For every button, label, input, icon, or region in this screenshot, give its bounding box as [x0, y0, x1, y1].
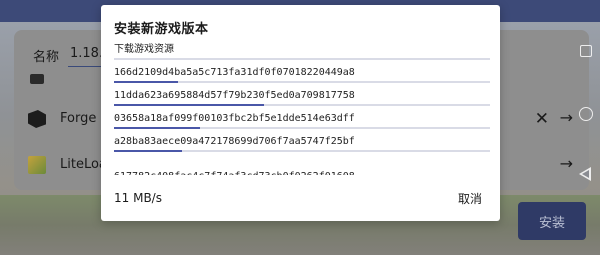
name-label: 名称	[33, 50, 60, 65]
task-list[interactable]: 下载游戏资源 166d2109d4ba5a5c713fa31df0f070182…	[114, 43, 490, 175]
task-label: 03658a18af099f00103fbc2bf5e1dde514e63dff	[114, 113, 355, 124]
list-item-partial[interactable]	[24, 74, 104, 88]
download-speed: 11 MB/s	[114, 191, 162, 205]
task-progress-track	[114, 81, 490, 83]
forge-label: Forge	[60, 111, 97, 126]
task-progress-fill	[114, 127, 201, 129]
forge-anvil-icon	[28, 110, 46, 128]
task-progress-track	[114, 104, 490, 106]
task-progress-fill	[114, 150, 182, 152]
task-label: a28ba83aece09a472178699d706f7aa5747f25bf	[114, 136, 355, 147]
home-circle-icon[interactable]	[579, 107, 593, 121]
task-item: 166d2109d4ba5a5c713fa31df0f07018220449a8	[114, 66, 490, 90]
partial-item-icon	[30, 74, 44, 84]
task-progress-fill	[114, 81, 178, 83]
back-triangle-icon[interactable]	[579, 167, 591, 181]
system-nav-bar	[572, 22, 600, 255]
cancel-button[interactable]: 取消	[453, 188, 487, 208]
forge-arrow-icon[interactable]: →	[560, 109, 573, 127]
task-item: 617782c408fac4c7f74af3cd73cb0f0262f01608	[114, 170, 490, 175]
recents-square-icon[interactable]	[580, 45, 592, 57]
task-label: 11dda623a695884d57f79b230f5ed0a709817758	[114, 90, 355, 101]
task-label: 下载游戏资源	[114, 44, 174, 55]
install-progress-dialog: 安装新游戏版本 下载游戏资源 166d2109d4ba5a5c713fa31df…	[101, 5, 500, 221]
liteloader-arrow-icon[interactable]: →	[560, 155, 573, 173]
task-item: 11dda623a695884d57f79b230f5ed0a709817758	[114, 89, 490, 113]
task-item: 下载游戏资源	[114, 43, 490, 67]
task-progress-track	[114, 150, 490, 152]
dialog-title: 安装新游戏版本	[114, 22, 209, 37]
remove-forge-icon[interactable]: ✕	[535, 110, 549, 128]
task-label: 617782c408fac4c7f74af3cd73cb0f0262f01608	[114, 170, 355, 175]
task-progress-track	[114, 127, 490, 129]
task-item: a28ba83aece09a472178699d706f7aa5747f25bf	[114, 135, 490, 159]
task-progress-track	[114, 58, 490, 60]
task-item: 03658a18af099f00103fbc2bf5e1dde514e63dff	[114, 112, 490, 136]
task-label: 166d2109d4ba5a5c713fa31df0f07018220449a8	[114, 67, 355, 78]
liteloader-icon	[28, 156, 46, 174]
task-progress-fill	[114, 104, 265, 106]
